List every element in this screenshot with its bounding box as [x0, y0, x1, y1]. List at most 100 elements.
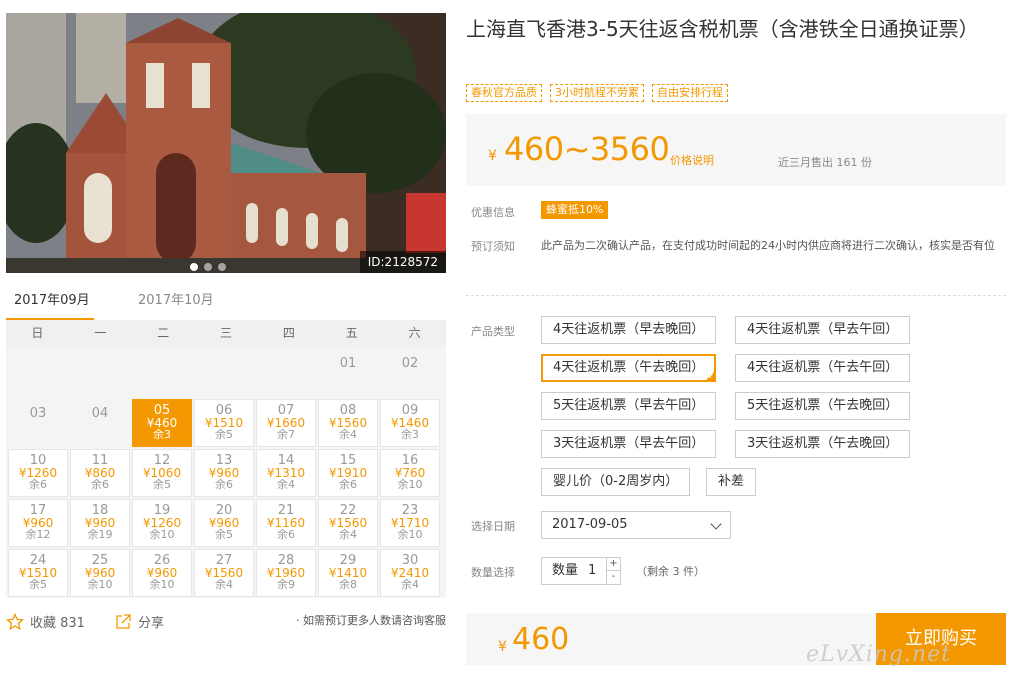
calendar-blank-cell: [256, 349, 316, 397]
calendar-day: 01: [318, 349, 378, 397]
calendar-day[interactable]: 26 ¥960 余10: [132, 549, 192, 597]
date-select[interactable]: 2017-09-05: [541, 511, 731, 539]
calendar-grid: 01 02 03 04 05 ¥460 余3 06 ¥1510 余5 07 ¥1660 余7 08 ¥156…: [6, 346, 446, 598]
day-stock: 余7: [277, 428, 295, 441]
photo-id-label: ID:2128572: [359, 251, 446, 273]
calendar-day[interactable]: 10 ¥1260 余6: [8, 449, 68, 497]
calendar-weekday-header: 日 一 二 三 四 五 六: [6, 320, 446, 346]
day-stock: 余6: [29, 478, 47, 491]
price-calendar: 日 一 二 三 四 五 六 01 02 03 04 05 ¥460 余3 06 ¥1510 余5 0…: [6, 320, 446, 598]
day-stock: 余9: [277, 578, 295, 591]
day-stock: 余3: [401, 428, 419, 441]
tab-month-current[interactable]: 2017年09月: [14, 290, 90, 312]
calendar-blank-cell: [70, 349, 130, 397]
church-illustration: [6, 13, 446, 273]
option-4d-early-noon[interactable]: 4天往返机票（早去午回）: [735, 316, 911, 344]
weekday-label: 四: [282, 326, 295, 340]
calendar-blank-cell: [8, 349, 68, 397]
price-currency: ¥: [488, 148, 497, 164]
carousel-dot[interactable]: [218, 263, 226, 271]
calendar-day[interactable]: 05 ¥460 余3: [132, 399, 192, 447]
calendar-day[interactable]: 11 ¥860 余6: [70, 449, 130, 497]
calendar-day[interactable]: 19 ¥1260 余10: [132, 499, 192, 547]
day-stock: 余4: [401, 578, 419, 591]
day-stock: 余4: [277, 478, 295, 491]
option-5d-early-noon[interactable]: 5天往返机票（早去午回）: [541, 392, 717, 420]
weekday-label: 六: [408, 326, 421, 340]
calendar-day[interactable]: 17 ¥960 余12: [8, 499, 68, 547]
calendar-day[interactable]: 29 ¥1410 余8: [318, 549, 378, 597]
option-4d-noon-late[interactable]: 4天往返机票（午去晚回） ✓: [541, 354, 717, 382]
calendar-day[interactable]: 12 ¥1060 余5: [132, 449, 192, 497]
day-number: 04: [91, 406, 109, 421]
favorite-label: 收藏 831: [30, 616, 85, 631]
share-button[interactable]: 分享: [114, 612, 164, 631]
option-infant[interactable]: 婴儿价（0-2周岁内）: [541, 468, 691, 496]
share-icon: [116, 613, 131, 629]
calendar-day[interactable]: 23 ¥1710 余10: [380, 499, 440, 547]
check-icon: ✓: [707, 372, 715, 381]
day-stock: 余3: [153, 428, 171, 441]
calendar-day[interactable]: 24 ¥1510 余5: [8, 549, 68, 597]
date-label: 选择日期: [471, 520, 515, 533]
day-stock: 余5: [215, 528, 233, 541]
carousel-dot[interactable]: [190, 263, 198, 271]
calendar-day[interactable]: 20 ¥960 余5: [194, 499, 254, 547]
calendar-day[interactable]: 15 ¥1910 余6: [318, 449, 378, 497]
notice-label: 预订须知: [471, 240, 515, 253]
calendar-day[interactable]: 27 ¥1560 余4: [194, 549, 254, 597]
calendar-day[interactable]: 22 ¥1560 余4: [318, 499, 378, 547]
calendar-day[interactable]: 13 ¥960 余6: [194, 449, 254, 497]
day-stock: 余10: [87, 578, 113, 591]
product-photo[interactable]: ID:2128572: [6, 13, 446, 273]
calendar-day[interactable]: 18 ¥960 余19: [70, 499, 130, 547]
total-price: 460: [512, 622, 570, 657]
calendar-day[interactable]: 09 ¥1460 余3: [380, 399, 440, 447]
star-icon: [6, 612, 24, 630]
option-3d-early-noon[interactable]: 3天往返机票（早去午回）: [541, 430, 717, 458]
option-price-difference[interactable]: 补差: [706, 468, 757, 496]
option-4d-noon-noon[interactable]: 4天往返机票（午去午回）: [735, 354, 911, 382]
option-4d-early-late[interactable]: 4天往返机票（早去晚回）: [541, 316, 717, 344]
calendar-day[interactable]: 16 ¥760 余10: [380, 449, 440, 497]
option-3d-noon-late[interactable]: 3天往返机票（午去晚回）: [735, 430, 911, 458]
quantity-label: 数量选择: [471, 566, 515, 579]
calendar-day[interactable]: 30 ¥2410 余4: [380, 549, 440, 597]
day-number: 01: [339, 356, 357, 371]
day-stock: 余6: [91, 478, 109, 491]
calendar-blank-cell: [194, 349, 254, 397]
calendar-day: 02: [380, 349, 440, 397]
tab-month-next[interactable]: 2017年10月: [138, 290, 214, 312]
day-stock: 余12: [25, 528, 51, 541]
product-title: 上海直飞香港3-5天往返含税机票（含港铁全日通换证票）: [466, 17, 979, 41]
calendar-day[interactable]: 25 ¥960 余10: [70, 549, 130, 597]
calendar-day[interactable]: 14 ¥1310 余4: [256, 449, 316, 497]
date-value: 2017-09-05: [552, 517, 628, 532]
quantity-plus-button[interactable]: +: [606, 558, 620, 571]
product-type-label: 产品类型: [471, 325, 515, 338]
calendar-day[interactable]: 28 ¥1960 余9: [256, 549, 316, 597]
weekday-label: 三: [219, 326, 232, 340]
quantity-input[interactable]: 1: [588, 558, 596, 584]
quantity-stepper: 数量 1 + -: [541, 557, 621, 585]
promo-badge: 蜂蜜抵10%: [541, 201, 609, 219]
product-tag: 春秋官方品质: [466, 84, 542, 102]
calendar-day[interactable]: 21 ¥1160 余6: [256, 499, 316, 547]
photo-carousel-dots[interactable]: [190, 263, 226, 271]
price-explain-link[interactable]: 价格说明: [670, 152, 714, 168]
calendar-day[interactable]: 06 ¥1510 余5: [194, 399, 254, 447]
calendar-day: 04: [70, 399, 130, 447]
section-divider: [466, 295, 1006, 296]
calendar-day: 03: [8, 399, 68, 447]
product-tag: 3小时航程不劳累: [550, 84, 644, 102]
day-stock: 余4: [339, 428, 357, 441]
calendar-day[interactable]: 07 ¥1660 余7: [256, 399, 316, 447]
option-5d-noon-late[interactable]: 5天往返机票（午去晚回）: [735, 392, 911, 420]
favorite-button[interactable]: 收藏 831: [6, 612, 85, 631]
carousel-dot[interactable]: [204, 263, 212, 271]
day-stock: 余5: [153, 478, 171, 491]
day-stock: 余8: [339, 578, 357, 591]
calendar-day[interactable]: 08 ¥1560 余4: [318, 399, 378, 447]
quantity-minus-button[interactable]: -: [606, 571, 620, 584]
day-stock: 余6: [215, 478, 233, 491]
